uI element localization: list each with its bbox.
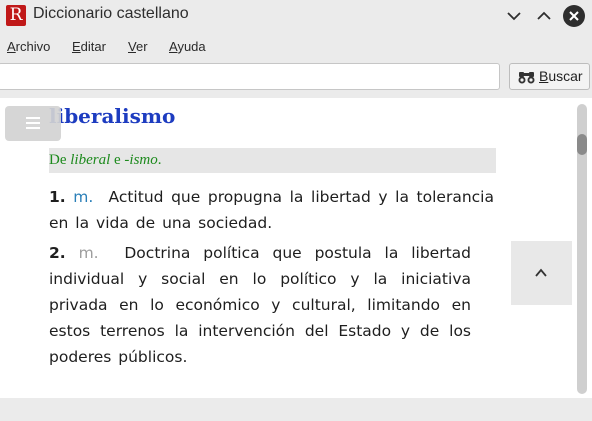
scrollbar-thumb[interactable] bbox=[577, 134, 587, 155]
menu-archivo-mnemonic: A bbox=[7, 39, 16, 54]
etymology: De liberal e -ismo. bbox=[49, 148, 496, 173]
search-button-label-rest: uscar bbox=[548, 68, 583, 84]
menu-bar: Archivo Editar Ver Ayuda bbox=[0, 36, 592, 58]
sense-2: 2. m. Doctrina política que postula la l… bbox=[49, 240, 471, 370]
search-button-mnemonic: B bbox=[539, 68, 549, 84]
title-bar: R Diccionario castellano bbox=[0, 0, 592, 32]
sense-number: 1. bbox=[49, 188, 66, 206]
maximize-button[interactable] bbox=[532, 4, 556, 28]
sense-abbreviation[interactable]: m. bbox=[73, 188, 93, 206]
menu-archivo-label: rchivo bbox=[15, 39, 51, 54]
menu-ver[interactable]: Ver bbox=[128, 39, 148, 54]
sense-number: 2. bbox=[49, 244, 66, 262]
sidebar-toggle-button[interactable] bbox=[5, 106, 61, 141]
chevron-down-icon bbox=[507, 12, 521, 21]
hamburger-icon bbox=[26, 117, 40, 129]
sense-1: 1. m. Actitud que propugna la libertad y… bbox=[49, 184, 494, 236]
chevron-up-icon bbox=[537, 11, 551, 20]
etymology-word2[interactable]: -ismo bbox=[124, 152, 157, 168]
headword: liberalismo bbox=[49, 104, 176, 128]
menu-ver-mnemonic: V bbox=[128, 39, 136, 54]
app-icon: R bbox=[6, 5, 26, 26]
minimize-button[interactable] bbox=[502, 4, 526, 28]
menu-ayuda[interactable]: Ayuda bbox=[169, 39, 206, 54]
menu-editar[interactable]: Editar bbox=[72, 39, 106, 54]
etymology-word1[interactable]: liberal bbox=[70, 152, 110, 168]
sense-abbreviation[interactable]: m. bbox=[79, 244, 99, 262]
menu-editar-mnemonic: E bbox=[72, 39, 81, 54]
etymology-prefix: De bbox=[49, 152, 71, 168]
scroll-to-top-button[interactable] bbox=[511, 241, 572, 305]
menu-archivo[interactable]: Archivo bbox=[7, 39, 50, 54]
sense-text: Actitud que propugna la libertad y la to… bbox=[49, 188, 494, 232]
search-button-label: Buscar bbox=[539, 68, 583, 84]
search-input[interactable] bbox=[0, 63, 500, 90]
window-title: Diccionario castellano bbox=[33, 5, 189, 22]
menu-editar-label: ditar bbox=[80, 39, 106, 54]
chevron-up-icon bbox=[535, 268, 547, 277]
binoculars-icon bbox=[518, 72, 535, 84]
close-icon bbox=[563, 5, 585, 27]
etymology-joiner: e bbox=[110, 152, 125, 168]
etymology-suffix: . bbox=[157, 152, 162, 168]
close-button[interactable] bbox=[562, 4, 586, 28]
menu-ayuda-label: yuda bbox=[177, 39, 206, 54]
sense-text: Doctrina política que postula la liberta… bbox=[49, 244, 472, 366]
menu-ver-label: er bbox=[135, 39, 148, 54]
search-button[interactable]: Buscar bbox=[509, 63, 590, 90]
